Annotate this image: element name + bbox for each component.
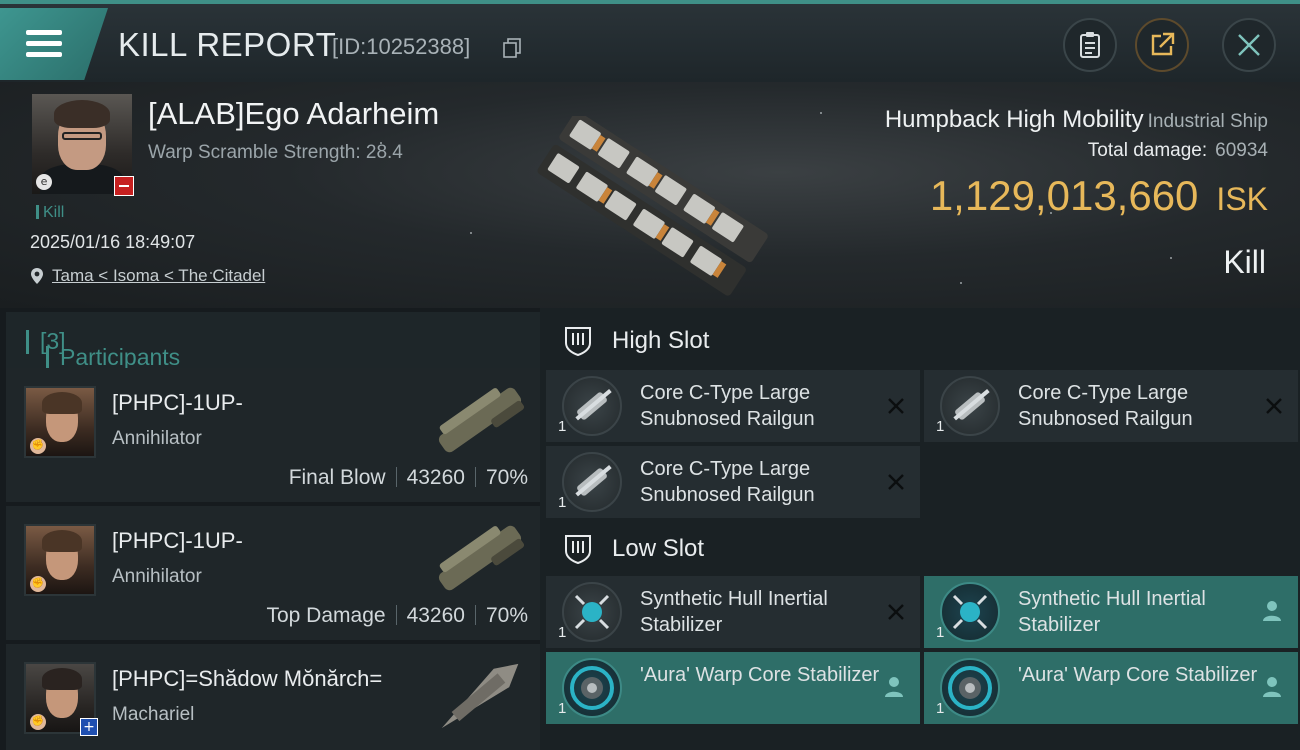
module-name: Core C-Type Large Snubnosed Railgun [1018,382,1193,430]
participant-ship-image [438,387,525,453]
participant-ship: Machariel [112,704,195,725]
participant-row[interactable]: ✊ [PHPC]-1UP- Annihilator Final Blow 4326… [6,368,540,502]
low-slot-icon [565,535,591,565]
participant-row[interactable]: ✊ [PHPC]-1UP- Annihilator Top Damage 4326… [6,506,540,640]
module-item[interactable]: 1 'Aura' Warp Core Stabilizer [546,652,920,724]
warp-scramble-strength: Warp Scramble Strength: 28.4 [148,142,403,163]
high-slot-header: High Slot [548,312,1300,370]
participant-ship: Annihilator [112,566,202,587]
copy-icon[interactable] [503,38,521,58]
participants-header: Participants [3] [6,312,540,370]
corp-logo-icon: ✊ [30,714,46,730]
module-item[interactable]: 1 Core C-Type Large Snubnosed Railgun [924,370,1298,442]
destroyed-icon [888,398,904,414]
total-damage: Total damage: 60934 [1087,140,1268,161]
ship-class: Industrial Ship [1147,111,1268,132]
page-title: KILL REPORT [118,26,337,63]
module-item[interactable]: 1 Synthetic Hull Inertial Stabilizer [546,576,920,648]
victim-name[interactable]: [ALAB]Ego Adarheim [148,96,439,132]
clipboard-button[interactable] [1063,18,1117,72]
standing-positive-icon: + [80,718,98,736]
report-id: [ID:10252388] [332,34,471,59]
participants-panel: Participants [3] ✊ [PHPC]-1UP- Annihilat… [0,308,540,750]
share-button[interactable] [1135,18,1189,72]
participant-damage: 43260 [406,604,465,627]
corp-logo-icon: ✊ [30,438,46,454]
inertial-stabilizer-icon [562,582,622,642]
participant-name: [PHPC]=Shădow Mŏnărch= [112,666,383,691]
participant-percent: 70% [485,604,528,627]
isk-value: 1,129,013,660 ISK [929,172,1268,219]
share-icon [1151,32,1175,56]
menu-button[interactable] [0,8,108,80]
participant-name: [PHPC]-1UP- [112,528,243,553]
low-slot-header: Low Slot [548,520,1300,578]
kill-location[interactable]: Tama < Isoma < The Citadel [30,266,265,286]
participant-ship-image [438,525,525,591]
module-name: 'Aura' Warp Core Stabilizer [1018,664,1258,686]
participant-name: [PHPC]-1UP- [112,390,243,415]
module-item[interactable]: 1 Core C-Type Large Snubnosed Railgun [546,446,920,518]
victim-ship-name[interactable]: Humpback High Mobility Industrial Ship [885,106,1268,134]
module-name: Synthetic Hull Inertial Stabilizer [1018,588,1206,636]
kill-tag: Kill [36,204,64,222]
clipboard-icon [1080,32,1100,58]
participant-row[interactable]: ✊ + [PHPC]=Shădow Mŏnărch= Machariel [6,644,540,750]
warp-core-stabilizer-icon [562,658,622,718]
participant-role: Final Blow [288,466,386,489]
close-icon [1238,34,1260,56]
victim-ship-image[interactable] [516,116,786,296]
module-item[interactable]: 1 Synthetic Hull Inertial Stabilizer [924,576,1298,648]
destroyed-icon [888,474,904,490]
participant-percent: 70% [485,466,528,489]
module-name: 'Aura' Warp Core Stabilizer [640,664,880,686]
dropped-person-icon [1263,601,1281,621]
participant-avatar[interactable]: ✊ [24,524,96,596]
high-slot-icon [565,327,591,357]
top-bar: KILL REPORT [ID:10252388] [0,0,1300,82]
destroyed-icon [1266,398,1282,414]
standing-negative-icon [114,176,134,196]
location-pin-icon [31,268,43,284]
inertial-stabilizer-icon [940,582,1000,642]
warp-core-stabilizer-icon [940,658,1000,718]
dropped-person-icon [885,677,903,697]
module-item[interactable]: 1 Core C-Type Large Snubnosed Railgun [546,370,920,442]
railgun-icon [562,376,622,436]
fitting-panel: High Slot 1 Core C-Type Large Snubnosed … [540,308,1300,750]
participant-avatar[interactable]: ✊ [24,386,96,458]
kill-result: Kill [1223,244,1266,280]
participant-damage: 43260 [406,466,465,489]
participant-stats: Final Blow 43260 70% [289,466,528,490]
close-button[interactable] [1222,18,1276,72]
participant-ship: Annihilator [112,428,202,449]
railgun-icon [940,376,1000,436]
victim-summary: e [ALAB]Ego Adarheim Warp Scramble Stren… [0,82,1300,308]
module-item[interactable]: 1 'Aura' Warp Core Stabilizer [924,652,1298,724]
kill-datetime: 2025/01/16 18:49:07 [30,232,196,252]
destroyed-icon [888,604,904,620]
participant-ship-image [441,663,519,729]
participant-stats: Top Damage 43260 70% [266,604,528,628]
module-name: Core C-Type Large Snubnosed Railgun [640,458,815,506]
dropped-person-icon [1263,677,1281,697]
location-link[interactable]: Tama < Isoma < The Citadel [52,266,265,286]
participant-role: Top Damage [266,604,386,627]
module-name: Core C-Type Large Snubnosed Railgun [640,382,815,430]
corp-logo-icon: e [36,174,52,190]
module-name: Synthetic Hull Inertial Stabilizer [640,588,828,636]
railgun-icon [562,452,622,512]
corp-logo-icon: ✊ [30,576,46,592]
